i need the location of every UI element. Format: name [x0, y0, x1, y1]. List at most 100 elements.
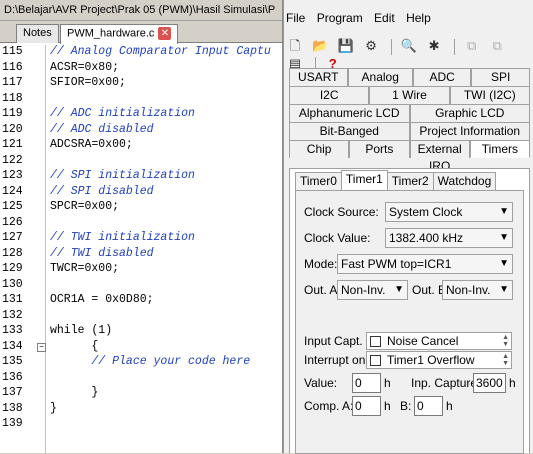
preview-icon[interactable]: 🔍: [400, 37, 418, 55]
line-number: 125: [2, 200, 23, 213]
clock-source-select[interactable]: System Clock ▼: [385, 202, 513, 222]
checkbox-icon: [370, 355, 381, 367]
clock-source-label: Clock Source:: [304, 205, 379, 219]
code-line[interactable]: 126: [0, 216, 283, 232]
code-text: // Analog Comparator Input Captu: [50, 45, 271, 58]
code-line[interactable]: 125 SPCR=0x00;: [0, 200, 283, 216]
tab-row: USARTAnalog ComparatorADCSPI: [289, 68, 530, 101]
fold-collapse-icon[interactable]: −: [37, 342, 46, 352]
code-line[interactable]: 119 // ADC initialization: [0, 107, 283, 123]
spin-arrows-icon: ▲ ▼: [502, 334, 509, 348]
line-number: 137: [2, 386, 23, 399]
code-line[interactable]: 136: [0, 371, 283, 387]
tab-watchdog[interactable]: Watchdog: [432, 172, 497, 191]
mode-select[interactable]: Fast PWM top=ICR1 ▼: [337, 254, 513, 274]
code-text: // TWI initialization: [50, 231, 195, 244]
tab-timer0[interactable]: Timer0: [295, 172, 342, 191]
copy-icon[interactable]: ⧉: [463, 37, 481, 55]
value-input[interactable]: 0: [352, 373, 381, 393]
chevron-down-icon: ▼: [499, 284, 509, 295]
code-line[interactable]: 139: [0, 417, 283, 433]
paste-icon[interactable]: ⧉: [488, 37, 506, 55]
code-line[interactable]: 137 }: [0, 386, 283, 402]
code-line[interactable]: 131 OCR1A = 0x0D80;: [0, 293, 283, 309]
tab-usart[interactable]: USART: [289, 68, 348, 86]
tab-pwm-hardware[interactable]: PWM_hardware.c ✕: [60, 24, 179, 44]
input-capt-label: Input Capt. :: [304, 334, 370, 348]
tab-timer1[interactable]: Timer1: [340, 170, 388, 189]
save-icon[interactable]: 💾: [337, 37, 355, 55]
code-line[interactable]: 118: [0, 92, 283, 108]
tab-bit-banged[interactable]: Bit-Banged: [289, 122, 410, 140]
generate-icon[interactable]: ⚙: [362, 37, 380, 55]
line-number: 126: [2, 215, 23, 229]
line-number: 119: [2, 107, 23, 120]
tab-1-wire[interactable]: 1 Wire: [369, 86, 450, 104]
code-text: {: [50, 339, 99, 353]
out-b-select[interactable]: Non-Inv. ▼: [442, 280, 513, 300]
code-line[interactable]: 138}: [0, 402, 283, 418]
tab-external-irq[interactable]: External IRQ: [409, 140, 470, 173]
code-area[interactable]: 115 // Analog Comparator Input Captu 116 AC…: [0, 45, 283, 453]
editor-tab-bar: Notes PWM_hardware.c ✕: [0, 21, 282, 44]
code-text: TWCR=0x00;: [50, 262, 120, 275]
clock-value-select[interactable]: 1382.400 kHz ▼: [385, 228, 513, 248]
tab-i2c[interactable]: I2C: [289, 86, 370, 104]
timer1-overflow-checkbox[interactable]: Timer1 Overflow ▲ ▼: [366, 351, 512, 369]
noise-cancel-label: Noise Cancel: [387, 334, 459, 348]
close-tab-icon[interactable]: ✕: [158, 27, 172, 40]
code-line[interactable]: 130: [0, 278, 283, 294]
out-a-select[interactable]: Non-Inv. ▼: [337, 280, 408, 300]
menu-help[interactable]: Help: [406, 11, 431, 25]
tab-chip[interactable]: Chip: [289, 140, 350, 158]
inp-capture-input[interactable]: 3600: [473, 373, 506, 393]
menu-bar: File Program Edit Help: [284, 0, 533, 34]
tab-row: Bit-Banged Project Information: [289, 122, 530, 140]
code-line[interactable]: 121 ADCSRA=0x00;: [0, 138, 283, 154]
code-line[interactable]: 122: [0, 154, 283, 170]
line-number: 121: [2, 138, 23, 151]
code-line[interactable]: 132: [0, 309, 283, 325]
code-text: // SPI disabled: [50, 184, 154, 198]
tab-timers[interactable]: Timers: [469, 140, 530, 158]
tab-ports[interactable]: Ports: [349, 140, 410, 158]
code-line[interactable]: 116 ACSR=0x80;: [0, 61, 283, 77]
tab-alphanumeric-lcd[interactable]: Alphanumeric LCD: [289, 104, 410, 122]
tab-adc[interactable]: ADC: [412, 68, 472, 86]
line-number: 117: [2, 76, 23, 89]
menu-edit[interactable]: Edit: [374, 11, 395, 25]
tab-analog-comparator[interactable]: Analog Comparator: [347, 68, 413, 101]
code-line[interactable]: 115 // Analog Comparator Input Captu: [0, 45, 283, 61]
tab-notes[interactable]: Notes: [16, 24, 59, 43]
menu-program[interactable]: Program: [317, 11, 363, 25]
tab-twi-i2c[interactable]: TWI (I2C): [449, 86, 530, 104]
code-line[interactable]: 128 // TWI disabled: [0, 247, 283, 263]
code-line[interactable]: 123 // SPI initialization: [0, 169, 283, 185]
menu-file[interactable]: File: [286, 11, 305, 25]
code-line[interactable]: 127 // TWI initialization: [0, 231, 283, 247]
comp-b-input[interactable]: 0: [414, 396, 443, 416]
inp-capture-label: Inp. Capture:: [411, 376, 481, 390]
code-text: SPCR=0x00;: [50, 200, 120, 213]
tab-timer2[interactable]: Timer2: [386, 172, 434, 191]
open-folder-icon[interactable]: 📂: [311, 37, 329, 55]
gear-icon[interactable]: ✱: [425, 37, 443, 55]
noise-cancel-checkbox[interactable]: Noise Cancel ▲ ▼: [366, 332, 512, 350]
new-file-icon[interactable]: 🗋: [286, 37, 304, 55]
line-number: 124: [2, 184, 23, 198]
checkbox-icon: [370, 336, 381, 348]
tab-graphic-lcd[interactable]: Graphic LCD: [409, 104, 530, 122]
code-line[interactable]: 133 while (1): [0, 324, 283, 340]
code-line[interactable]: 129 TWCR=0x00;: [0, 262, 283, 278]
line-number: 118: [2, 91, 23, 105]
comp-a-input[interactable]: 0: [352, 396, 381, 416]
code-line[interactable]: 124 // SPI disabled: [0, 185, 283, 201]
code-line[interactable]: 135 // Place your code here: [0, 355, 283, 371]
page-tabs: USARTAnalog ComparatorADCSPII2C1 WireTWI…: [289, 68, 530, 173]
tab-spi[interactable]: SPI: [471, 68, 530, 86]
code-line[interactable]: 117 SFIOR=0x00;: [0, 76, 283, 92]
line-number: 138: [2, 401, 23, 415]
code-line[interactable]: 134 {−: [0, 340, 283, 356]
code-line[interactable]: 120 // ADC disabled: [0, 123, 283, 139]
tab-project-information[interactable]: Project Information: [409, 122, 530, 140]
